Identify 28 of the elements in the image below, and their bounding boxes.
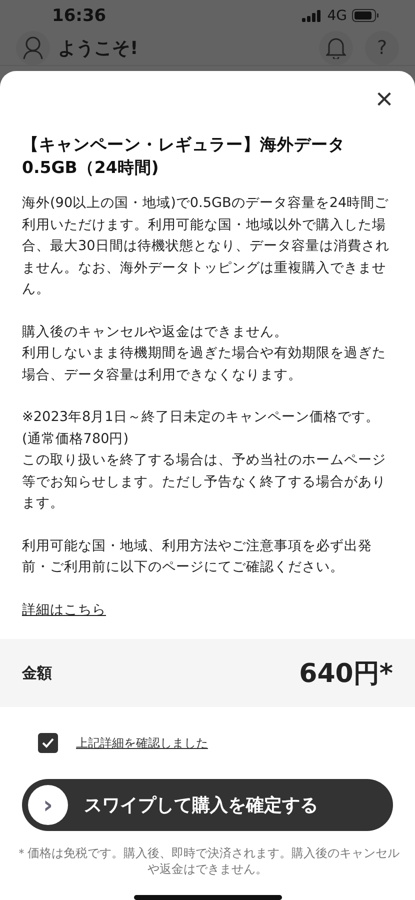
price-label: 金額	[22, 664, 52, 682]
description-text: この取り扱いを終了する場合は、予め当社のホームページ等でお知らせします。ただし予告なく終了する場合があります。	[22, 451, 387, 513]
person-icon	[22, 36, 44, 60]
description-text: 購入後のキャンセルや返金はできません。	[22, 322, 289, 342]
network-label: 4G	[327, 8, 347, 24]
description-text: ※2023年8月1日～終了日未定のキャンペーン価格です。	[22, 408, 380, 427]
slider-knob[interactable]: ›	[28, 785, 68, 825]
battery-icon	[352, 9, 379, 22]
close-button[interactable]: ×	[369, 85, 399, 115]
agreement-link[interactable]: 上記詳細を確認しました	[76, 734, 208, 752]
bell-icon	[326, 37, 346, 59]
checkbox[interactable]	[38, 733, 58, 753]
description-text: 海外(90以上の国・地域)で0.5GBのデータ容量を24時間ご利用いただけます。利用可能な国・地域以外で購入した場合、最大30日間は待機状態となり、データ容量は消費されません。なお、海外データトッピングは重複購入できません。	[22, 194, 390, 299]
profile-button[interactable]	[16, 31, 50, 65]
signal-icon	[302, 10, 322, 22]
swipe-label: スワイプして購入を確定する	[84, 794, 318, 817]
price-value: 640円*	[299, 658, 393, 690]
checkmark-icon	[41, 737, 55, 749]
description-text: (通常価格780円)	[22, 430, 130, 448]
details-link[interactable]: 詳細はこちら	[22, 602, 106, 618]
notification-button[interactable]	[319, 31, 353, 65]
plan-title: 【キャンペーン・レギュラー】海外データ0.5GB（24時間)	[22, 134, 346, 179]
status-time: 16:36	[52, 6, 106, 26]
swipe-slider[interactable]: › スワイプして購入を確定する	[22, 779, 393, 831]
welcome-title: ようこそ!	[58, 37, 138, 60]
description-text: 利用可能な国・地域、利用方法やご注意事項を必ず出発前・ご利用前に以下のページにてご確認ください。	[22, 536, 373, 577]
description-text: 利用しないまま待機期間を過ぎた場合や有効期限を過ぎた場合、データ容量は利用できなくなります。	[22, 344, 387, 384]
footnote-text: ＊価格は免税です。購入後、即時で決済されます。購入後のキャンセルや返金はできません。	[14, 845, 400, 877]
